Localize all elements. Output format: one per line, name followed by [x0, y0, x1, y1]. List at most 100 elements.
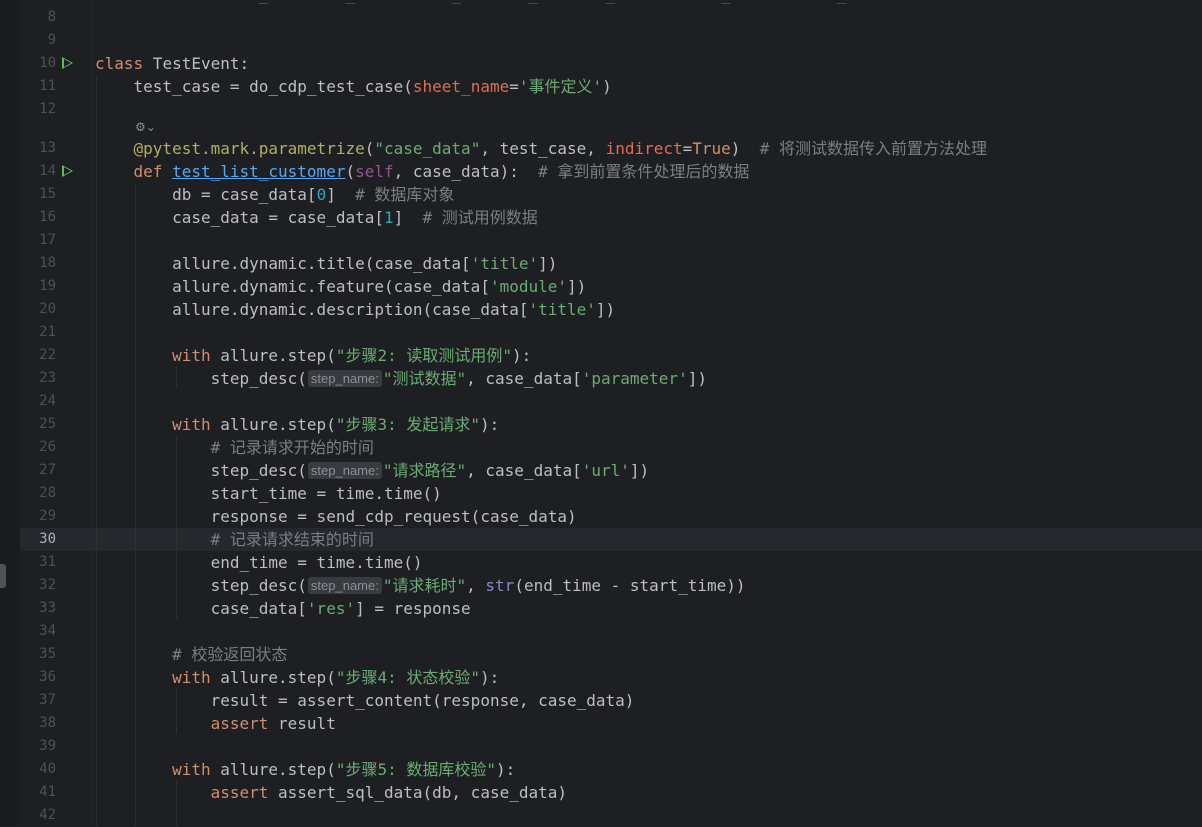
code-line-32[interactable]: step_desc(step_name: "请求耗时", str(end_time… [95, 574, 746, 597]
code-line-40[interactable]: with allure.step("步骤5: 数据库校验"): [95, 758, 515, 781]
code-line-33[interactable]: case_data['res'] = response [95, 597, 471, 620]
line-number[interactable]: 14 [20, 160, 56, 183]
line-number[interactable]: 36 [20, 666, 56, 689]
line-number[interactable]: 34 [20, 620, 56, 643]
line-number[interactable]: 29 [20, 505, 56, 528]
line-number[interactable]: 31 [20, 551, 56, 574]
code-text: ] [393, 208, 423, 227]
string-literal: 'module' [489, 277, 568, 296]
param-name-hint: step_name: [307, 370, 382, 387]
line-number[interactable]: 11 [20, 75, 56, 98]
line-number[interactable]: 30 [20, 528, 56, 551]
code-text: , case_data[ [466, 461, 582, 480]
ai-suggestion-icon[interactable]: ⚙⌄ [135, 120, 156, 138]
line-number[interactable]: 19 [20, 275, 56, 298]
code-line-20[interactable]: allure.dynamic.description(case_data['ti… [95, 298, 615, 321]
line-number[interactable]: 42 [20, 804, 56, 827]
code-text: ] [326, 185, 356, 204]
line-number[interactable]: 18 [20, 252, 56, 275]
code-line-31[interactable]: end_time = time.time() [95, 551, 423, 574]
tool-window-strip [0, 0, 20, 826]
code-text: ) [602, 77, 612, 96]
line-number[interactable]: 22 [20, 344, 56, 367]
keyword: assert [95, 783, 269, 802]
line-number[interactable]: 13 [20, 137, 56, 160]
code-line-13[interactable]: @pytest.mark.parametrize("case_data", te… [95, 137, 987, 160]
code-line-26[interactable]: # 记录请求开始的时间 [95, 436, 374, 459]
line-number[interactable]: 9 [20, 29, 56, 52]
line-number[interactable]: 23 [20, 367, 56, 390]
code-line-36[interactable]: with allure.step("步骤4: 状态校验"): [95, 666, 499, 689]
comment: # 记录请求结束的时间 [95, 530, 374, 549]
string-literal: 'res' [306, 599, 356, 618]
scroll-thumb[interactable] [0, 564, 6, 588]
keyword: def [95, 162, 173, 181]
code-text: assert_sql_data(db, case_data) [268, 783, 568, 802]
run-icon[interactable] [62, 57, 73, 69]
line-number[interactable]: 8 [20, 6, 56, 29]
line-number[interactable]: 32 [20, 574, 56, 597]
line-number[interactable]: 38 [20, 712, 56, 735]
code-line-19[interactable]: allure.dynamic.feature(case_data['module… [95, 275, 586, 298]
code-line-30[interactable]: # 记录请求结束的时间 [95, 528, 374, 551]
line-number[interactable]: 40 [20, 758, 56, 781]
string-literal: "case_data" [374, 139, 481, 158]
code-line-38[interactable]: assert result [95, 712, 336, 735]
string-literal: "请求路径" [382, 461, 467, 480]
code-text: case_data = case_data[ [95, 208, 384, 227]
line-number[interactable]: 41 [20, 781, 56, 804]
keyword: with [95, 760, 211, 779]
code-line-37[interactable]: result = assert_content(response, case_d… [95, 689, 635, 712]
gutter-separator [92, 0, 93, 826]
comment: # 拿到前置条件处理后的数据 [538, 162, 750, 181]
code-line-18[interactable]: allure.dynamic.title(case_data['title']) [95, 252, 557, 275]
keyword-arg: sheet_name [412, 77, 510, 96]
line-number[interactable]: 20 [20, 298, 56, 321]
string-literal: "步骤2: 读取测试用例" [335, 346, 512, 365]
string-literal: "步骤4: 状态校验" [335, 668, 480, 687]
code-line-35[interactable]: # 校验返回状态 [95, 643, 287, 666]
code-line-11[interactable]: test_case = do_cdp_test_case(sheet_name=… [95, 75, 612, 98]
code-line-22[interactable]: with allure.step("步骤2: 读取测试用例"): [95, 344, 531, 367]
code-text: ]) [687, 369, 707, 388]
line-number[interactable]: 17 [20, 229, 56, 252]
line-number[interactable]: 15 [20, 183, 56, 206]
code-line-23[interactable]: step_desc(step_name: "测试数据", case_data['p… [95, 367, 707, 390]
line-number[interactable]: 25 [20, 413, 56, 436]
line-number[interactable]: 28 [20, 482, 56, 505]
string-literal: 'title' [470, 254, 539, 273]
code-line-16[interactable]: case_data = case_data[1] # 测试用例数据 [95, 206, 538, 229]
class-name: TestEvent: [143, 54, 250, 73]
code-line-28[interactable]: start_time = time.time() [95, 482, 442, 505]
code-text: allure.step( [210, 668, 336, 687]
line-number[interactable]: 33 [20, 597, 56, 620]
code-text: case_data[ [95, 599, 307, 618]
code-text: end_time = time.time() [95, 553, 423, 572]
line-number[interactable]: 12 [20, 98, 56, 121]
line-number[interactable]: 16 [20, 206, 56, 229]
line-number[interactable]: 10 [20, 52, 56, 75]
line-number[interactable]: 39 [20, 735, 56, 758]
code-line-10[interactable]: class TestEvent: [95, 52, 249, 75]
code-line-41[interactable]: assert assert_sql_data(db, case_data) [95, 781, 567, 804]
code-line-29[interactable]: response = send_cdp_request(case_data) [95, 505, 577, 528]
code-line-15[interactable]: db = case_data[0] # 数据库对象 [95, 183, 454, 206]
string-literal: "步骤5: 数据库校验" [335, 760, 496, 779]
string-literal: 'parameter' [581, 369, 688, 388]
code-text: result = assert_content(response, case_d… [95, 691, 635, 710]
param-name-hint: step_name: [307, 462, 382, 479]
code-line-14[interactable]: def test_list_customer(self, case_data):… [95, 160, 750, 183]
code-line-27[interactable]: step_desc(step_name: "请求路径", case_data['u… [95, 459, 650, 482]
line-number[interactable]: 35 [20, 643, 56, 666]
line-number[interactable]: 27 [20, 459, 56, 482]
code-line-25[interactable]: with allure.step("步骤3: 发起请求"): [95, 413, 499, 436]
line-number[interactable]: 24 [20, 390, 56, 413]
comment: # 记录请求开始的时间 [95, 438, 374, 457]
string-literal: 'title' [528, 300, 596, 319]
code-text: response = send_cdp_request(case_data) [95, 507, 577, 526]
line-number[interactable]: 21 [20, 321, 56, 344]
run-icon[interactable] [62, 165, 73, 177]
line-number[interactable]: 37 [20, 689, 56, 712]
line-number[interactable]: 26 [20, 436, 56, 459]
code-text: ( [345, 162, 356, 181]
